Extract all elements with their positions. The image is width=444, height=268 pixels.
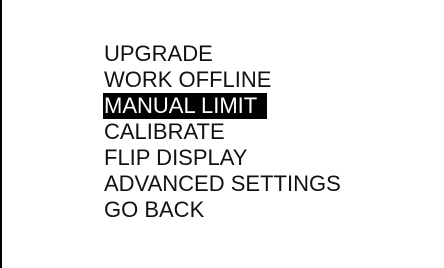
menu-item-label: GO BACK bbox=[104, 197, 205, 222]
menu-item-work-offline[interactable]: WORK OFFLINE bbox=[104, 67, 343, 93]
menu-item-flip-display[interactable]: FLIP DISPLAY bbox=[104, 145, 343, 171]
menu-item-calibrate[interactable]: CALIBRATE bbox=[104, 119, 343, 145]
menu-item-advanced-settings[interactable]: ADVANCED SETTINGS bbox=[104, 171, 343, 197]
menu-item-label: UPGRADE bbox=[104, 41, 213, 66]
menu-item-label: MANUAL LIMIT bbox=[103, 93, 268, 119]
settings-menu: UPGRADE WORK OFFLINE MANUAL LIMIT CALIBR… bbox=[103, 41, 343, 223]
menu-item-label: ADVANCED SETTINGS bbox=[104, 171, 341, 196]
menu-item-label: WORK OFFLINE bbox=[104, 67, 272, 92]
device-screen: UPGRADE WORK OFFLINE MANUAL LIMIT CALIBR… bbox=[0, 0, 444, 268]
menu-item-label: CALIBRATE bbox=[104, 119, 225, 144]
menu-item-upgrade[interactable]: UPGRADE bbox=[104, 41, 343, 67]
menu-item-label: FLIP DISPLAY bbox=[104, 145, 248, 170]
menu-item-manual-limit[interactable]: MANUAL LIMIT bbox=[103, 93, 343, 119]
menu-item-go-back[interactable]: GO BACK bbox=[104, 197, 343, 223]
